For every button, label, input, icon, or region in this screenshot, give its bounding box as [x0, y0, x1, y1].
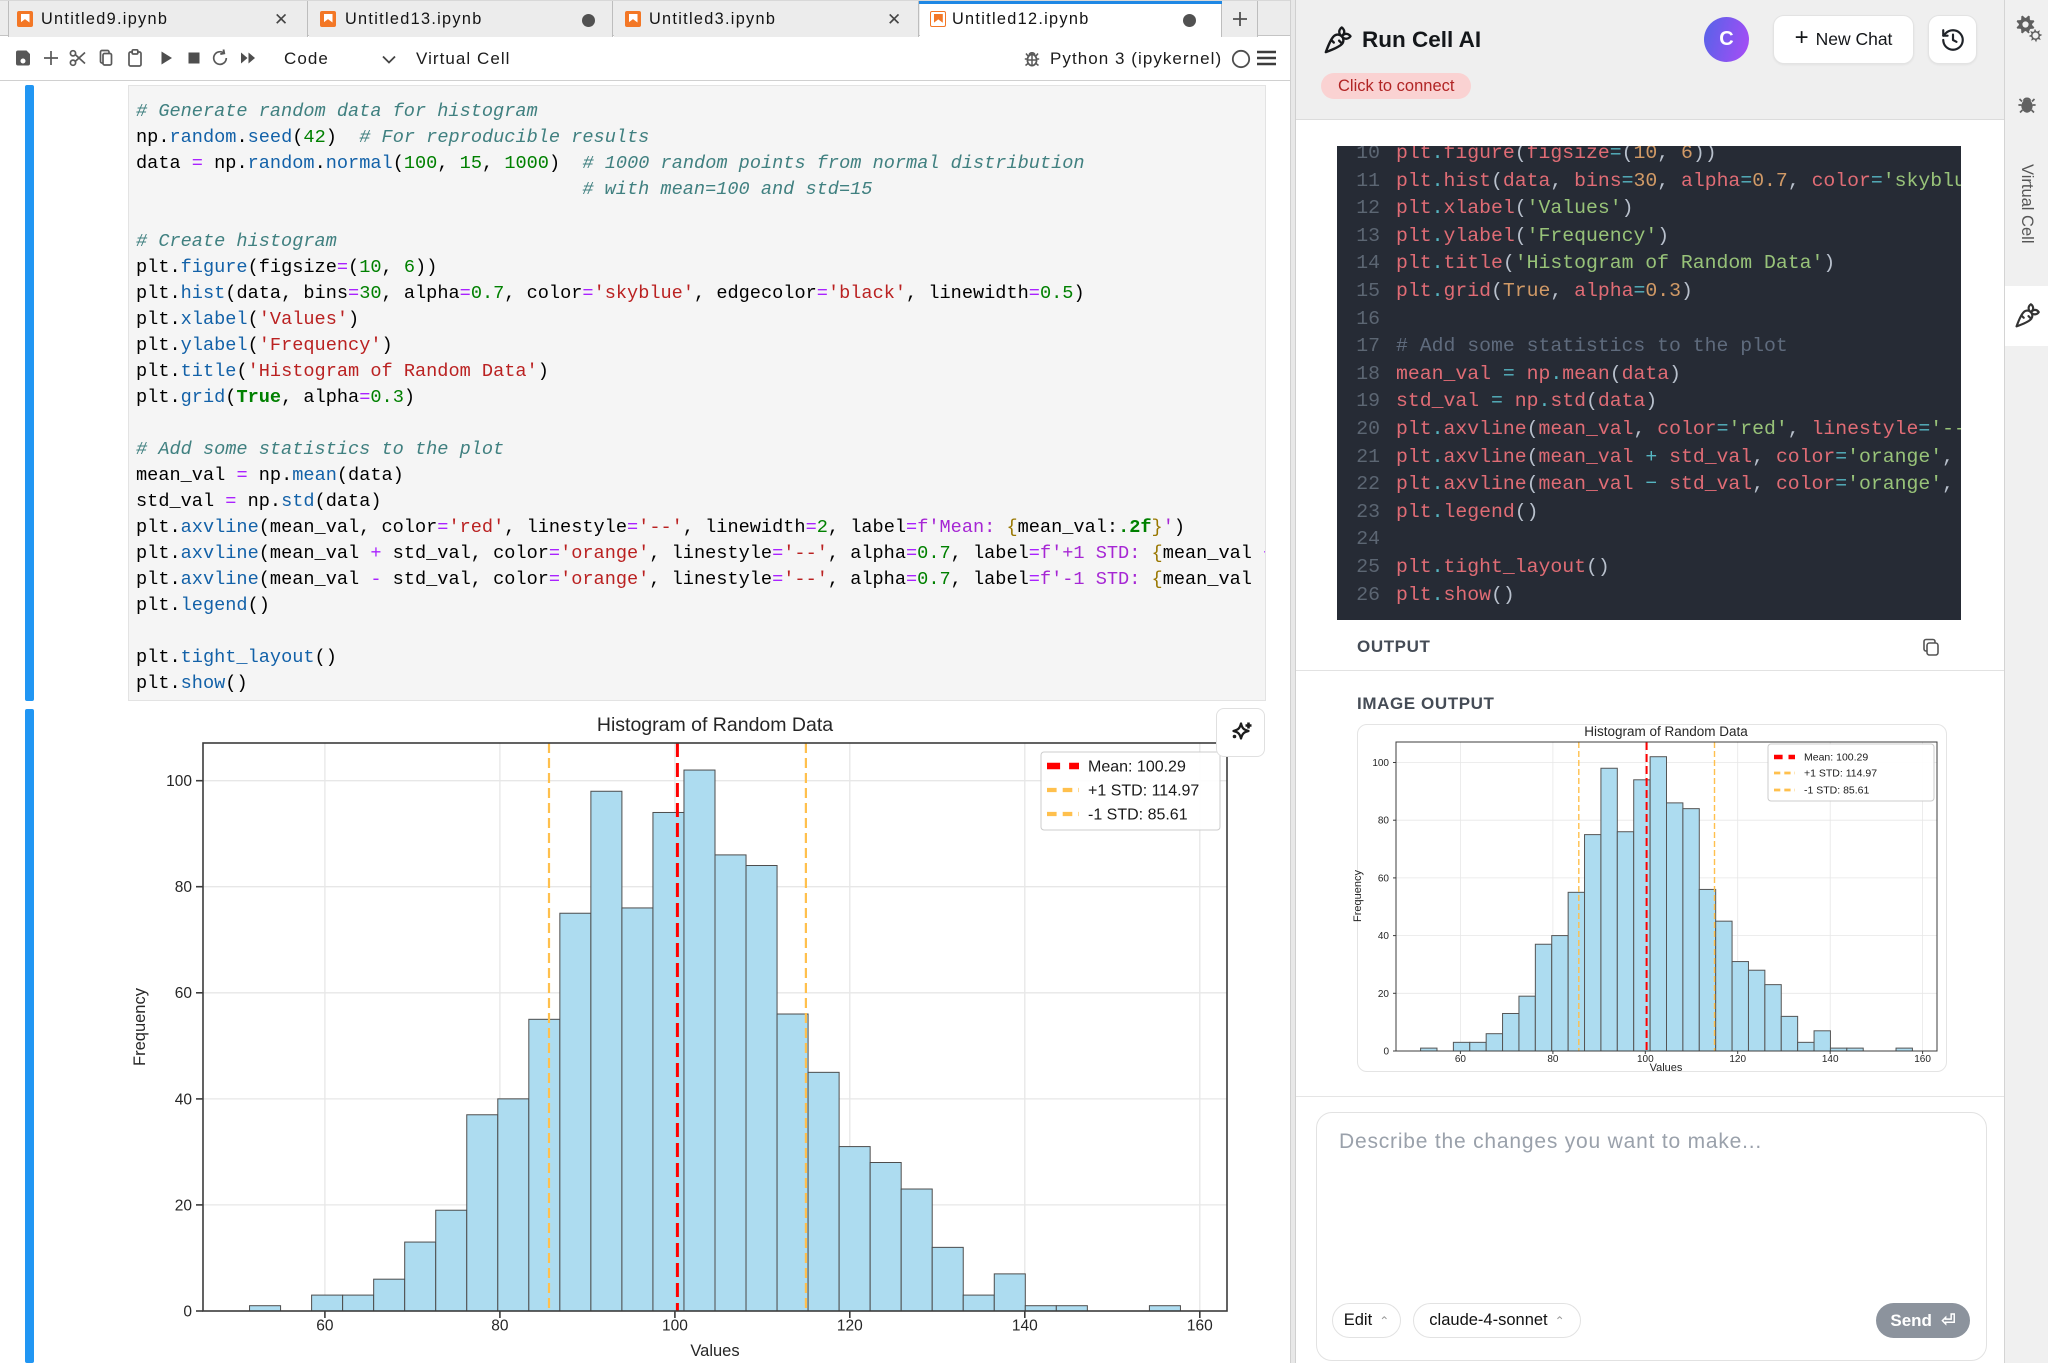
- svg-text:40: 40: [175, 1091, 193, 1108]
- svg-text:80: 80: [491, 1318, 509, 1335]
- svg-text:80: 80: [1378, 816, 1390, 827]
- svg-text:140: 140: [1822, 1054, 1839, 1065]
- svg-text:-1 STD: 85.61: -1 STD: 85.61: [1804, 785, 1870, 797]
- svg-text:140: 140: [1012, 1318, 1038, 1335]
- svg-text:160: 160: [1187, 1318, 1213, 1335]
- svg-text:+1 STD: 114.97: +1 STD: 114.97: [1088, 783, 1199, 800]
- svg-text:Frequency: Frequency: [1352, 870, 1364, 922]
- svg-text:20: 20: [175, 1197, 193, 1214]
- svg-text:160: 160: [1914, 1054, 1931, 1065]
- svg-text:-1 STD: 85.61: -1 STD: 85.61: [1088, 807, 1188, 824]
- svg-text:100: 100: [662, 1318, 688, 1335]
- svg-text:40: 40: [1378, 931, 1390, 942]
- svg-text:120: 120: [1729, 1054, 1746, 1065]
- svg-text:Histogram of Random Data: Histogram of Random Data: [597, 714, 833, 736]
- svg-text:60: 60: [1455, 1054, 1467, 1065]
- svg-text:100: 100: [1372, 758, 1389, 769]
- svg-text:0: 0: [183, 1303, 192, 1320]
- svg-text:Mean: 100.29: Mean: 100.29: [1804, 752, 1868, 764]
- svg-text:Frequency: Frequency: [131, 987, 149, 1066]
- svg-text:Values: Values: [690, 1342, 739, 1360]
- svg-text:Histogram of Random Data: Histogram of Random Data: [1584, 724, 1748, 739]
- svg-text:Values: Values: [1650, 1062, 1683, 1074]
- svg-text:60: 60: [175, 985, 193, 1002]
- svg-text:100: 100: [166, 773, 192, 790]
- svg-text:20: 20: [1378, 989, 1390, 1000]
- svg-text:Mean: 100.29: Mean: 100.29: [1088, 759, 1186, 776]
- svg-text:+1 STD: 114.97: +1 STD: 114.97: [1804, 768, 1877, 780]
- svg-text:0: 0: [1383, 1047, 1389, 1058]
- svg-text:80: 80: [175, 879, 193, 896]
- svg-text:120: 120: [837, 1318, 863, 1335]
- svg-text:60: 60: [1378, 873, 1390, 884]
- svg-text:80: 80: [1547, 1054, 1559, 1065]
- svg-text:60: 60: [316, 1318, 334, 1335]
